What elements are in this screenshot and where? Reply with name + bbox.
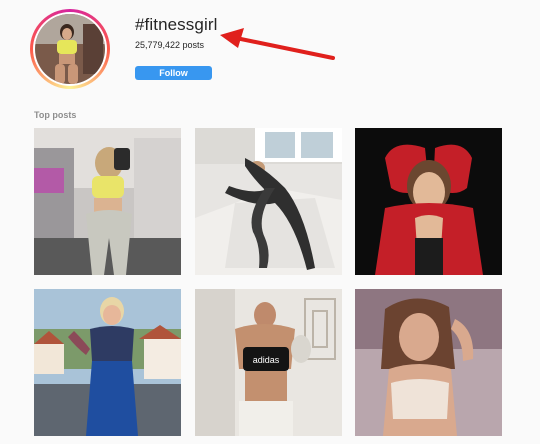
section-label-top-posts: Top posts (34, 110, 77, 120)
post-adidas-top[interactable]: adidas (195, 289, 342, 436)
post-mirror-selfie[interactable] (34, 128, 181, 275)
hashtag-title: #fitnessgirl (135, 15, 218, 34)
red-arrow-annotation (220, 28, 335, 60)
post-floor-stretch[interactable] (195, 128, 342, 275)
svg-text:adidas: adidas (253, 355, 280, 365)
follow-button[interactable]: Follow (135, 66, 212, 80)
post-selfie-smile[interactable] (355, 289, 502, 436)
avatar (35, 14, 105, 84)
hashtag-page: #fitnessgirl 25,779,422 posts Follow Top… (0, 0, 540, 444)
post-red-jacket[interactable] (355, 128, 502, 275)
hashtag-avatar-ring[interactable] (30, 9, 110, 89)
post-count: 25,779,422 posts (135, 40, 205, 50)
post-balcony[interactable] (34, 289, 181, 436)
